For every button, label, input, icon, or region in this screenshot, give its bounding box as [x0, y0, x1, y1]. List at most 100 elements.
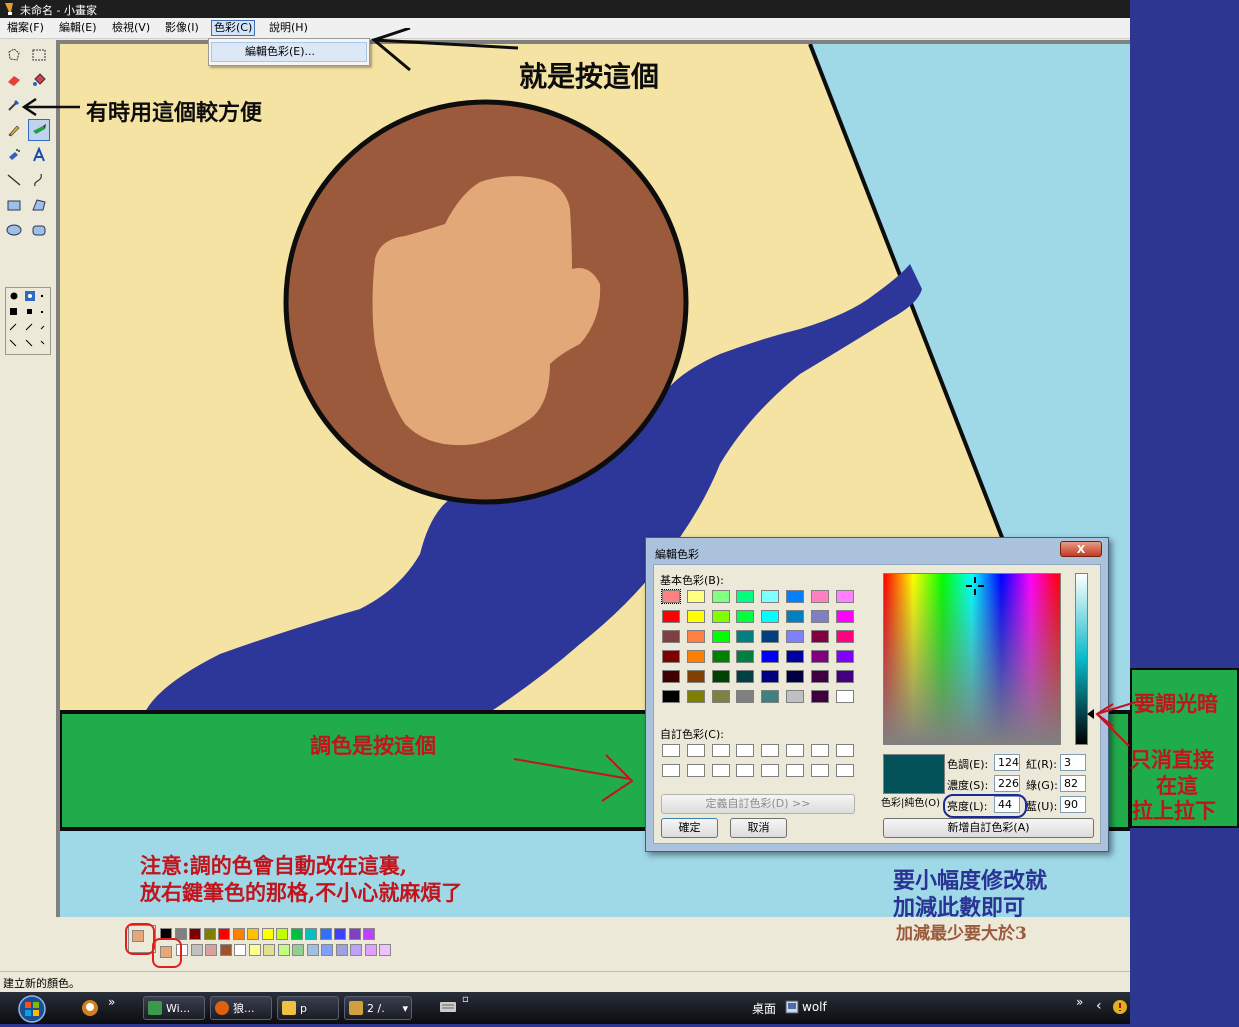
- basic-color-cell[interactable]: [662, 610, 680, 623]
- palette-swatch[interactable]: [277, 944, 290, 956]
- custom-color-cell[interactable]: [711, 744, 730, 757]
- basic-color-cell[interactable]: [810, 610, 829, 623]
- wolf-toolbar-label[interactable]: wolf: [802, 1000, 827, 1014]
- palette-swatch[interactable]: [263, 944, 275, 956]
- red-input[interactable]: 3: [1060, 754, 1086, 771]
- palette-swatch[interactable]: [218, 928, 230, 940]
- basic-color-cell[interactable]: [686, 650, 705, 663]
- custom-color-cell[interactable]: [761, 744, 780, 757]
- basic-color-cell[interactable]: [835, 650, 854, 663]
- edit-colors-menu-item[interactable]: 編輯色彩(E)...: [211, 42, 367, 62]
- tray-expand-icon[interactable]: ‹: [1096, 998, 1102, 1014]
- luminance-bar[interactable]: [1075, 573, 1088, 745]
- define-custom-colors-button[interactable]: 定義自訂色彩(D) >>: [661, 794, 855, 814]
- palette-swatch[interactable]: [190, 944, 203, 956]
- basic-color-cell[interactable]: [810, 650, 829, 663]
- menu-view[interactable]: 檢視(V): [110, 20, 152, 35]
- basic-color-cell[interactable]: [786, 670, 804, 683]
- basic-color-cell[interactable]: [686, 690, 705, 703]
- basic-color-cell[interactable]: [761, 610, 780, 623]
- menu-help[interactable]: 說明(H): [267, 20, 310, 35]
- basic-color-cell[interactable]: [711, 650, 730, 663]
- custom-color-cell[interactable]: [686, 744, 705, 757]
- palette-swatch[interactable]: [203, 928, 216, 940]
- free-select-tool[interactable]: [3, 44, 25, 66]
- palette-swatch[interactable]: [248, 944, 261, 956]
- palette-swatch[interactable]: [350, 944, 362, 956]
- custom-color-cell[interactable]: [810, 744, 829, 757]
- toolbar-overflow-chevron[interactable]: »: [1076, 995, 1083, 1009]
- basic-color-cell[interactable]: [835, 690, 854, 703]
- palette-swatch[interactable]: [348, 928, 361, 940]
- basic-color-cell[interactable]: [835, 610, 854, 623]
- custom-color-cell[interactable]: [786, 764, 804, 777]
- custom-color-cell[interactable]: [662, 764, 680, 777]
- hue-input[interactable]: 124: [994, 754, 1020, 771]
- taskbar-window-group[interactable]: 2 /. ▾: [344, 996, 412, 1020]
- palette-swatch[interactable]: [334, 928, 346, 940]
- custom-color-cell[interactable]: [835, 744, 854, 757]
- basic-color-cell[interactable]: [711, 630, 730, 643]
- basic-color-cell[interactable]: [711, 670, 730, 683]
- basic-color-cell[interactable]: [761, 590, 780, 603]
- basic-color-cell[interactable]: [810, 690, 829, 703]
- palette-swatch[interactable]: [379, 944, 391, 956]
- basic-color-cell[interactable]: [761, 630, 780, 643]
- palette-swatch[interactable]: [261, 928, 274, 940]
- custom-color-cell[interactable]: [711, 764, 730, 777]
- custom-color-cell[interactable]: [835, 764, 854, 777]
- custom-color-cell[interactable]: [736, 744, 755, 757]
- curve-tool[interactable]: [28, 169, 50, 191]
- palette-swatch[interactable]: [321, 944, 333, 956]
- rounded-rect-tool[interactable]: [28, 219, 50, 241]
- custom-color-cell[interactable]: [761, 764, 780, 777]
- palette-swatch[interactable]: [306, 944, 319, 956]
- blue-input[interactable]: 90: [1060, 796, 1086, 813]
- text-tool[interactable]: [28, 144, 50, 166]
- quicklaunch-app-icon[interactable]: [80, 998, 100, 1018]
- custom-color-cell[interactable]: [662, 744, 680, 757]
- quicklaunch-more-chevron[interactable]: »: [108, 995, 115, 1009]
- basic-color-cell[interactable]: [761, 690, 780, 703]
- custom-color-cell[interactable]: [686, 764, 705, 777]
- polygon-tool[interactable]: [28, 194, 50, 216]
- basic-color-cell[interactable]: [786, 690, 804, 703]
- color-spectrum[interactable]: [883, 573, 1061, 745]
- green-input[interactable]: 82: [1060, 775, 1086, 792]
- palette-swatch[interactable]: [290, 928, 303, 940]
- basic-color-cell[interactable]: [662, 690, 680, 703]
- start-button[interactable]: [10, 992, 50, 1024]
- basic-color-cell[interactable]: [686, 670, 705, 683]
- basic-color-cell[interactable]: [736, 590, 755, 603]
- palette-swatch[interactable]: [232, 928, 245, 940]
- basic-color-cell[interactable]: [810, 590, 829, 603]
- menu-image[interactable]: 影像(I): [163, 20, 201, 35]
- basic-color-cell[interactable]: [835, 590, 854, 603]
- palette-swatch[interactable]: [305, 928, 317, 940]
- basic-color-cell[interactable]: [686, 610, 705, 623]
- menu-colors[interactable]: 色彩(C): [211, 20, 256, 36]
- palette-swatch[interactable]: [234, 944, 246, 956]
- palette-swatch[interactable]: [219, 944, 232, 956]
- palette-swatch[interactable]: [205, 944, 217, 956]
- palette-swatch[interactable]: [292, 944, 304, 956]
- dialog-close-button[interactable]: X: [1060, 541, 1102, 557]
- basic-color-cell[interactable]: [810, 670, 829, 683]
- taskbar-window-messenger[interactable]: Wi...: [143, 996, 205, 1020]
- menu-edit[interactable]: 編輯(E): [57, 20, 99, 35]
- custom-color-cell[interactable]: [810, 764, 829, 777]
- custom-color-cell[interactable]: [736, 764, 755, 777]
- basic-color-cell[interactable]: [686, 630, 705, 643]
- basic-color-cell[interactable]: [711, 590, 730, 603]
- basic-color-cell[interactable]: [736, 690, 755, 703]
- cancel-button[interactable]: 取消: [730, 818, 787, 838]
- basic-color-cell[interactable]: [662, 670, 680, 683]
- palette-swatch[interactable]: [364, 944, 377, 956]
- palette-swatch[interactable]: [335, 944, 348, 956]
- ellipse-tool[interactable]: [3, 219, 25, 241]
- rect-select-tool[interactable]: [28, 44, 50, 66]
- basic-color-cell[interactable]: [786, 650, 804, 663]
- menu-file[interactable]: 檔案(F): [5, 20, 46, 35]
- basic-color-cell[interactable]: [662, 630, 680, 643]
- basic-color-cell[interactable]: [662, 650, 680, 663]
